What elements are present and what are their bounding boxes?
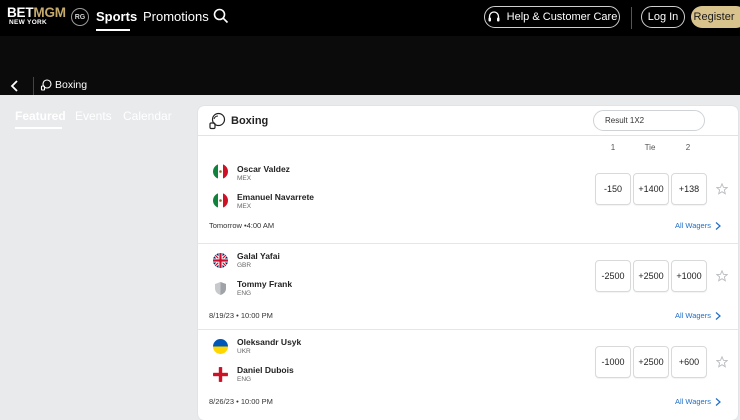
betmgm-logo[interactable]: BETMGM xyxy=(7,6,66,20)
player-2-country: ENG xyxy=(237,290,252,297)
column-header-1: 1 xyxy=(610,143,616,152)
player-2-country: MEX xyxy=(237,203,252,210)
player-1-country: GBR xyxy=(237,262,252,269)
event-row: Oleksandr Usyk UKR Daniel Dubois ENG -10… xyxy=(198,329,738,415)
odds-button-tie[interactable]: +2500 xyxy=(633,346,669,378)
card-title: Boxing xyxy=(231,115,269,127)
odds-button-1[interactable]: -1000 xyxy=(595,346,631,378)
tab-active-indicator xyxy=(15,127,62,129)
help-customer-care-button[interactable]: Help & Customer Care xyxy=(484,6,620,28)
player-1-country: MEX xyxy=(237,175,252,182)
mexico-flag-icon xyxy=(213,193,228,208)
logo-text-mgm: MGM xyxy=(33,5,66,20)
event-time: Tomorrow •4:00 AM xyxy=(209,221,275,230)
mexico-flag-icon xyxy=(213,164,228,179)
all-wagers-label: All Wagers xyxy=(675,311,711,320)
tab-events[interactable]: Events xyxy=(75,109,112,123)
all-wagers-link[interactable]: All Wagers xyxy=(675,221,721,230)
secondary-nav: Boxing Featured Events Calendar xyxy=(0,36,740,129)
odds-button-2[interactable]: +138 xyxy=(671,173,707,205)
headset-icon xyxy=(488,11,500,22)
event-row: Galal Yafai GBR Tommy Frank ENG -2500 +2… xyxy=(198,243,738,329)
tab-featured[interactable]: Featured xyxy=(15,109,66,123)
odds-button-1[interactable]: -2500 xyxy=(595,260,631,292)
player-2-name[interactable]: Emanuel Navarrete xyxy=(237,192,314,202)
event-time: 8/19/23 • 10:00 PM xyxy=(209,311,273,320)
responsible-gaming-badge[interactable]: RG xyxy=(71,8,89,26)
breadcrumb-label: Boxing xyxy=(55,79,88,91)
boxing-market-card: Boxing Result 1X2 1 Tie 2 Oscar Valdez M… xyxy=(198,106,738,420)
uk-flag-icon xyxy=(213,253,228,268)
back-arrow-icon[interactable] xyxy=(8,79,22,93)
star-icon[interactable] xyxy=(716,270,728,282)
player-2-country: ENG xyxy=(237,376,252,383)
odds-button-1[interactable]: -150 xyxy=(595,173,631,205)
player-2-name[interactable]: Tommy Frank xyxy=(237,279,292,289)
tab-calendar[interactable]: Calendar xyxy=(123,109,172,123)
register-button[interactable]: Register xyxy=(691,6,740,28)
odds-button-tie[interactable]: +2500 xyxy=(633,260,669,292)
shield-icon xyxy=(215,282,226,295)
search-icon[interactable] xyxy=(213,8,229,24)
all-wagers-link[interactable]: All Wagers xyxy=(675,397,721,406)
odds-button-tie[interactable]: +1400 xyxy=(633,173,669,205)
player-2-name[interactable]: Daniel Dubois xyxy=(237,365,294,375)
event-time: 8/26/23 • 10:00 PM xyxy=(209,397,273,406)
login-button[interactable]: Log In xyxy=(641,6,685,28)
column-header-2: 2 xyxy=(685,143,691,152)
nav-active-indicator xyxy=(96,29,130,31)
breadcrumb[interactable]: Boxing xyxy=(40,79,87,91)
star-icon[interactable] xyxy=(716,356,728,368)
boxing-glove-icon xyxy=(209,112,226,130)
player-1-name[interactable]: Oscar Valdez xyxy=(237,164,290,174)
england-flag-icon xyxy=(213,367,228,382)
all-wagers-link[interactable]: All Wagers xyxy=(675,311,721,320)
logo-text-bet: BET xyxy=(7,5,34,20)
odds-button-2[interactable]: +1000 xyxy=(671,260,707,292)
header-divider xyxy=(631,7,632,29)
top-bar: BETMGM NEW YORK RG Sports Promotions Hel… xyxy=(0,0,740,36)
chevron-right-icon xyxy=(715,221,721,230)
nav-promotions[interactable]: Promotions xyxy=(143,9,209,24)
player-1-name[interactable]: Galal Yafai xyxy=(237,251,280,261)
player-1-name[interactable]: Oleksandr Usyk xyxy=(237,337,301,347)
odds-button-2[interactable]: +600 xyxy=(671,346,707,378)
column-header-tie: Tie xyxy=(644,143,656,152)
event-row: Oscar Valdez MEX Emanuel Navarrete MEX -… xyxy=(198,153,738,239)
chevron-right-icon xyxy=(715,311,721,320)
all-wagers-label: All Wagers xyxy=(675,221,711,230)
breadcrumb-divider xyxy=(33,77,34,95)
all-wagers-label: All Wagers xyxy=(675,397,711,406)
market-select[interactable]: Result 1X2 xyxy=(593,110,705,131)
logo-region: NEW YORK xyxy=(9,19,48,26)
help-label: Help & Customer Care xyxy=(506,11,618,23)
nav-sports[interactable]: Sports xyxy=(96,9,137,24)
star-icon[interactable] xyxy=(716,183,728,195)
ukraine-flag-icon xyxy=(213,339,228,354)
player-1-country: UKR xyxy=(237,348,251,355)
boxing-glove-icon xyxy=(40,79,52,91)
chevron-right-icon xyxy=(715,397,721,406)
card-header: Boxing Result 1X2 xyxy=(198,106,738,136)
